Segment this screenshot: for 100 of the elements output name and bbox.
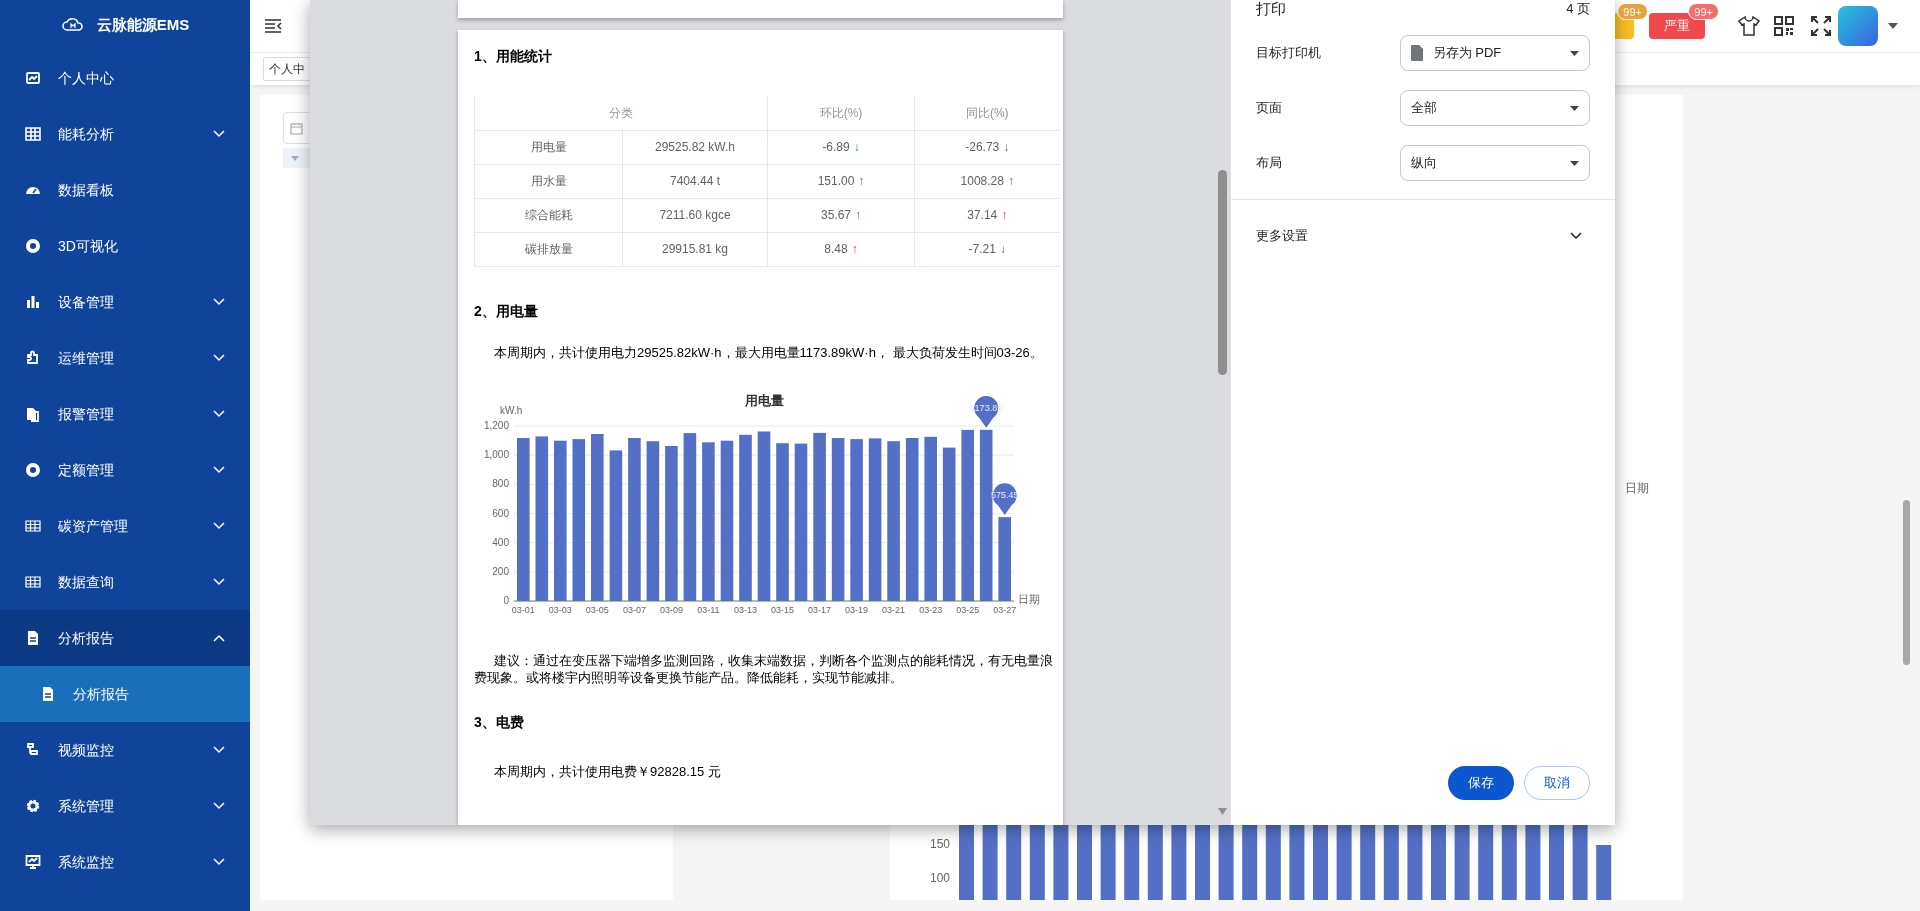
grid-icon <box>25 126 41 142</box>
up-arrow-icon: ↑ <box>1001 206 1008 224</box>
picture-icon <box>25 70 41 86</box>
axis-tick-label: 03-05 <box>585 604 609 615</box>
axis-tick-label: 800 <box>492 477 509 489</box>
table-cell-text: 37.14 <box>967 207 998 224</box>
ring-icon <box>25 238 41 254</box>
menu-toggle-icon[interactable] <box>264 19 282 33</box>
axis-tick-label: 0 <box>503 594 509 606</box>
table-cell-text: -6.89 <box>822 139 850 156</box>
up-arrow-icon: ↑ <box>1007 172 1014 190</box>
axis-label: kW.h <box>500 404 523 416</box>
page-tab[interactable]: 个人中 <box>263 57 311 81</box>
page-count: 4 页 <box>1566 0 1590 18</box>
column-header: 同比(%) <box>914 96 1060 130</box>
axis-tick-label: 400 <box>492 536 509 548</box>
chart-title: 用电量 <box>744 392 784 408</box>
axis-tick-label: 600 <box>492 507 509 518</box>
dialog-title: 打印 <box>1256 0 1286 18</box>
table-icon <box>25 574 41 590</box>
document-icon <box>1410 45 1423 61</box>
caret-down-icon <box>1570 50 1579 56</box>
select-dropdown[interactable]: 全部 <box>1399 90 1590 126</box>
cancel-button[interactable]: 取消 <box>1524 766 1590 800</box>
select-dropdown[interactable]: 纵向 <box>1399 145 1590 181</box>
app-title: 云脉能源EMS <box>96 14 190 35</box>
axis-tick-label: 03-13 <box>734 604 757 615</box>
monitor-icon <box>25 854 41 870</box>
axis-tick-label: 100 <box>928 870 950 887</box>
axis-tick-label: 03-23 <box>919 604 943 615</box>
caret-down-icon <box>291 155 299 161</box>
axis-tick-label: 03-25 <box>956 604 980 615</box>
scrollbar-thumb[interactable] <box>1903 500 1910 665</box>
report-paragraph: 建议：通过在变压器下端增多监测回路，收集末端数据，判断各个监测点的能耗情况，有无电量浪费现象。或将楼宇内照明等设备更换节能产品。降低能耗，实现节能减排。 <box>474 651 1054 686</box>
avatar-image[interactable] <box>1838 6 1878 46</box>
setting-label: 页面 <box>1256 99 1283 118</box>
caret-down-icon[interactable] <box>1888 23 1898 29</box>
select-dropdown[interactable]: 另存为 PDF <box>1399 35 1590 71</box>
calendar-icon <box>290 121 303 135</box>
axis-tick-label: 03-17 <box>808 604 832 615</box>
caret-down-icon <box>1570 105 1579 111</box>
axis-tick-label: 03-07 <box>622 604 646 615</box>
scrollbar-thumb[interactable] <box>1218 170 1227 375</box>
section-heading: 2、用电量 <box>474 301 539 321</box>
column-header: 环比(%) <box>767 96 915 130</box>
section-heading: 3、电费 <box>474 712 525 732</box>
sidebar-menu-item[interactable]: 分析报告 <box>0 610 250 666</box>
sidebar-submenu-item[interactable]: 分析报告 <box>0 666 250 722</box>
column-header: 分类 <box>474 96 768 130</box>
more-settings-toggle[interactable]: 更多设置 <box>1256 218 1590 254</box>
save-button[interactable]: 保存 <box>1448 766 1514 800</box>
axis-tick-label: 1,200 <box>483 419 509 431</box>
axis-tick-label: 03-15 <box>771 604 794 615</box>
date-field[interactable] <box>283 112 309 144</box>
flow-icon <box>25 742 41 758</box>
documents-icon <box>25 406 41 422</box>
table-cell: 综合能耗 <box>474 198 623 232</box>
axis-tick-label: 03-01 <box>511 604 535 615</box>
axis-tick-label: 1,000 <box>483 448 509 460</box>
axis-tick-label: 200 <box>492 565 509 577</box>
up-arrow-icon: ↑ <box>851 240 858 258</box>
down-arrow-icon: ↓ <box>999 240 1006 258</box>
chart-bar <box>1596 845 1612 900</box>
axis-tick-label: 03-09 <box>659 604 683 615</box>
setting-label: 目标打印机 <box>1256 44 1322 63</box>
scroll-down-arrow-icon[interactable] <box>1218 808 1227 815</box>
axis-label: 日期 <box>1018 592 1040 605</box>
count-badge: 99+ <box>1617 3 1648 20</box>
caret-down-icon <box>1570 160 1579 166</box>
qr-code-icon[interactable] <box>1773 15 1795 37</box>
ring-icon <box>25 462 41 478</box>
report-paragraph: 本周期内，共计使用电力29525.82kW·h，最大用电量1173.89kW·h， 最大负荷发生时间03-26。 <box>493 343 1044 361</box>
shirt-icon[interactable] <box>1738 16 1760 36</box>
axis-tick-label: 150 <box>928 836 950 853</box>
puzzle-icon <box>25 350 41 366</box>
gear-icon <box>25 798 41 814</box>
setting-label: 布局 <box>1256 154 1283 173</box>
table-cell: 29525.82 kW.h <box>622 130 768 164</box>
axis-tick-label: 03-21 <box>882 604 906 615</box>
axis-tick-label: 03-11 <box>697 604 720 615</box>
axis-tick-label: 03-19 <box>845 604 869 615</box>
table-cell-text: 35.67 <box>821 207 851 224</box>
up-arrow-icon: ↑ <box>855 206 861 224</box>
table-cell: 用水量 <box>474 164 623 198</box>
table-cell-text: -26.73 <box>965 139 1000 156</box>
table-cell: 碳排放量 <box>474 232 623 266</box>
bar-chart-icon <box>25 294 41 310</box>
down-arrow-icon: ↓ <box>853 138 860 156</box>
count-badge: 99+ <box>1688 3 1719 20</box>
fullscreen-icon[interactable] <box>1810 15 1832 37</box>
report-paragraph: 本周期内，共计使用电费￥92828.15 元 <box>493 762 722 780</box>
document-icon <box>40 686 56 702</box>
axis-tick-label: 03-27 <box>993 604 1017 615</box>
table-cell-text: -7.21 <box>968 241 996 258</box>
table-cell-text: 1008.28 <box>960 173 1004 190</box>
cloud-logo-icon <box>60 17 85 33</box>
down-arrow-icon: ↓ <box>1003 138 1010 156</box>
table-cell: 7211.60 kgce <box>622 198 768 232</box>
document-icon <box>25 630 41 646</box>
axis-label: 日期 <box>1625 480 1649 497</box>
